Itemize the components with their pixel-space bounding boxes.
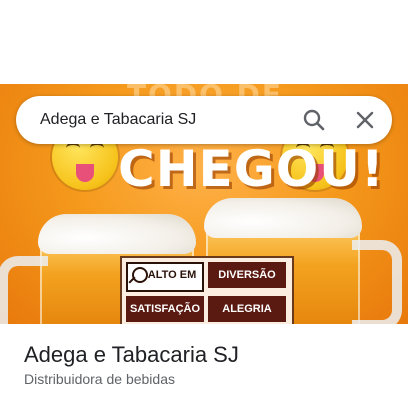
tags-board: ALTO EM DIVERSÃO SATISFAÇÃO ALEGRIA	[120, 256, 294, 324]
magnifier-icon	[132, 267, 148, 283]
close-icon[interactable]	[349, 104, 381, 136]
tag-alegria: ALEGRIA	[208, 296, 286, 322]
place-name[interactable]: Adega e Tabacaria SJ	[24, 342, 239, 368]
photo-headline: CHEGOU!	[118, 140, 385, 198]
tag-alto-em: ALTO EM	[126, 262, 204, 292]
search-input[interactable]: Adega e Tabacaria SJ	[40, 96, 196, 144]
tag-satisfacao: SATISFAÇÃO	[126, 296, 204, 322]
tag-diversao: DIVERSÃO	[208, 262, 286, 288]
search-bar[interactable]: Adega e Tabacaria SJ	[16, 96, 392, 144]
place-category: Distribuidora de bebidas	[24, 371, 175, 387]
search-icon[interactable]	[298, 104, 330, 136]
